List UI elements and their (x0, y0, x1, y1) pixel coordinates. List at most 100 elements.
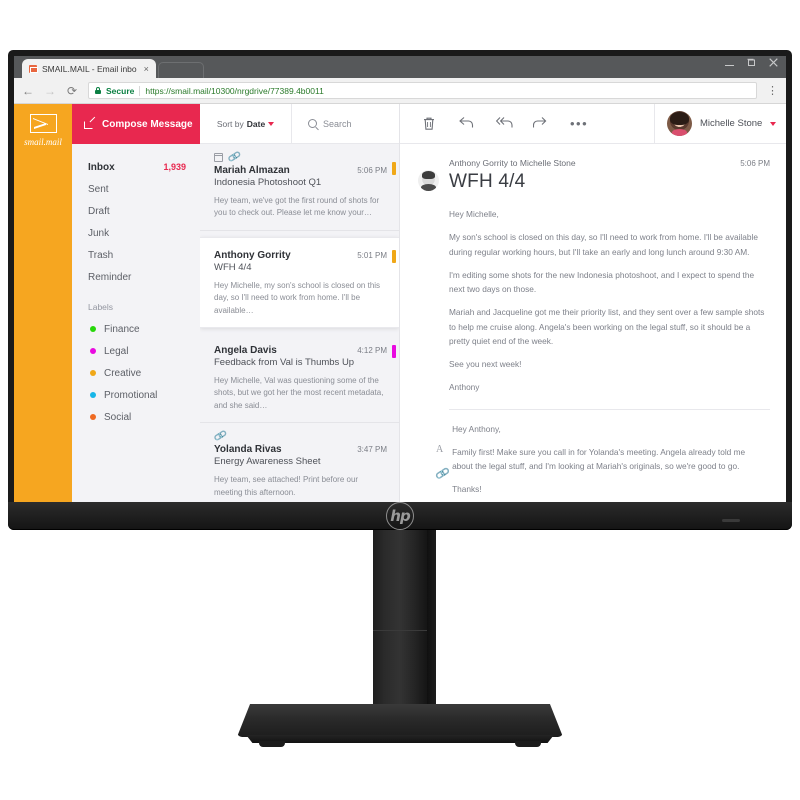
reply-composer[interactable]: A 🔗 Hey Anthony, Family first! Make sure… (418, 410, 770, 502)
email-subject: WFH 4/4 (214, 261, 252, 273)
format-text-icon[interactable]: A (436, 444, 443, 455)
monitor-bezel: SMAIL.MAIL - Email inbo × ← → ⟳ Secure h… (8, 50, 792, 502)
email-sender: Mariah Almazan (214, 165, 290, 176)
monitor-stand-neck (373, 530, 427, 712)
label-item-creative[interactable]: Creative (72, 362, 200, 384)
message-body: Anthony Gorrity to Michelle Stone 5:06 P… (400, 144, 786, 502)
reply-text[interactable]: Hey Anthony, Family first! Make sure you… (452, 422, 754, 502)
email-subject: Indonesia Photoshoot Q1 (214, 177, 322, 188)
label-item-promotional[interactable]: Promotional (72, 384, 200, 406)
email-time: 4:12 PM (357, 345, 387, 355)
hp-logo: hp (386, 502, 414, 530)
sort-prefix-label: Sort by (216, 118, 244, 129)
email-list-item[interactable]: Anthony Gorrity 5:01 PM WFH 4/4 Hey Mich… (200, 236, 399, 328)
folder-list: Inbox 1,939 Sent Draft Junk Trash Remind… (72, 144, 200, 428)
reply-paragraph: Family first! Make sure you call in for … (452, 446, 746, 472)
sidebar-item-trash[interactable]: Trash (72, 244, 200, 266)
sort-value-label: Date (246, 118, 266, 129)
reply-all-icon[interactable] (496, 116, 513, 131)
sidebar-item-label: Draft (88, 205, 110, 217)
maximize-button[interactable] (747, 58, 756, 67)
brand-rail: smail.mail (14, 104, 72, 502)
email-time: 3:47 PM (357, 445, 387, 455)
email-list-item[interactable]: 🔗 Yolanda Rivas 3:47 PM Energy Awareness… (200, 423, 399, 502)
label-color-dot (90, 392, 96, 398)
email-preview: Hey team, see attached! Print before our… (214, 475, 359, 497)
reading-toolbar: ••• Michelle Stone (400, 104, 786, 144)
compose-label: Compose Message (102, 118, 193, 130)
sidebar-nav: Compose Message Inbox 1,939 Sent Draft J… (72, 104, 200, 502)
search-placeholder: Search (323, 118, 352, 129)
window-controls (725, 58, 778, 67)
email-preview: Hey Michelle, my son's school is closed … (214, 280, 381, 315)
email-preview: Hey Michelle, Val was questioning some o… (214, 375, 384, 410)
browser-tab[interactable]: SMAIL.MAIL - Email inbo × (22, 59, 156, 78)
user-name-label: Michelle Stone (700, 118, 763, 129)
email-list-item[interactable]: 🔗 Mariah Almazan 5:06 PM Indonesia Photo… (200, 144, 399, 231)
monitor-stand-base-lip (246, 735, 554, 743)
monitor-foot-left (259, 741, 285, 747)
close-button[interactable] (769, 58, 778, 67)
email-time: 5:06 PM (357, 166, 387, 175)
email-item-icons: 🔗 (213, 429, 387, 444)
trash-icon[interactable] (422, 116, 437, 131)
reply-paragraph: Thanks! (452, 484, 482, 495)
label-item-social[interactable]: Social (72, 406, 200, 428)
reading-toolbar-icons: ••• (400, 116, 654, 131)
forward-icon[interactable] (533, 116, 548, 131)
label-item-legal[interactable]: Legal (72, 340, 200, 362)
user-menu[interactable]: Michelle Stone (654, 104, 786, 143)
screenshot-root: SMAIL.MAIL - Email inbo × ← → ⟳ Secure h… (0, 0, 800, 800)
sidebar-item-draft[interactable]: Draft (72, 200, 200, 222)
sort-by-dropdown[interactable]: Sort by Date (200, 104, 292, 143)
tab-close-icon[interactable]: × (144, 64, 149, 74)
reply-icon[interactable] (459, 116, 474, 131)
lock-icon (95, 87, 101, 94)
secure-label: Secure (106, 85, 135, 96)
label-item-finance[interactable]: Finance (72, 318, 200, 340)
more-icon[interactable]: ••• (570, 117, 588, 130)
reload-icon[interactable]: ⟳ (66, 85, 78, 97)
message-subject: WFH 4/4 (449, 171, 526, 192)
email-sender: Yolanda Rivas (214, 444, 282, 456)
monitor-screen: SMAIL.MAIL - Email inbo × ← → ⟳ Secure h… (14, 56, 786, 502)
monitor-foot-right (515, 741, 541, 747)
message-header: Anthony Gorrity to Michelle Stone 5:06 P… (418, 158, 770, 193)
paperclip-icon: 🔗 (213, 429, 228, 444)
brand-name: smail.mail (24, 137, 62, 147)
reading-pane: ••• Michelle Stone Anthony Gorrity to Mi… (400, 104, 786, 502)
paperclip-icon[interactable]: 🔗 (435, 465, 451, 481)
email-list[interactable]: 🔗 Mariah Almazan 5:06 PM Indonesia Photo… (200, 144, 399, 502)
address-bar-url: https://smail.mail/10300/nrgdrive/77389.… (145, 85, 324, 96)
email-list-item[interactable]: Angela Davis 4:12 PM Feedback from Val i… (200, 333, 399, 424)
tab-title: SMAIL.MAIL - Email inbo (42, 63, 137, 74)
label-color-dot (90, 414, 96, 420)
list-toolbar: Sort by Date Search (200, 104, 399, 144)
monitor-stand-base (237, 704, 563, 737)
browser-toolbar: ← → ⟳ Secure https://smail.mail/10300/nr… (14, 78, 786, 104)
sidebar-item-sent[interactable]: Sent (72, 178, 200, 200)
label-text: Legal (104, 345, 129, 357)
message-time: 5:06 PM (740, 159, 770, 168)
sidebar-item-inbox[interactable]: Inbox 1,939 (72, 156, 200, 178)
inbox-count-badge: 1,939 (163, 162, 186, 172)
address-bar[interactable]: Secure https://smail.mail/10300/nrgdrive… (88, 82, 757, 99)
email-subject: Energy Awareness Sheet (214, 456, 321, 468)
email-flag (392, 162, 396, 175)
tab-favicon-icon (29, 64, 38, 73)
sidebar-item-junk[interactable]: Junk (72, 222, 200, 244)
browser-menu-icon[interactable]: ⋮ (767, 85, 778, 96)
sidebar-item-reminder[interactable]: Reminder (72, 266, 200, 288)
sender-avatar (418, 170, 439, 191)
message-paragraph: Mariah and Jacqueline got me their prior… (449, 307, 765, 346)
minimize-button[interactable] (725, 58, 734, 67)
compose-message-button[interactable]: Compose Message (72, 104, 200, 144)
search-input[interactable]: Search (292, 119, 399, 129)
back-icon[interactable]: ← (22, 85, 34, 97)
label-text: Creative (104, 367, 142, 379)
new-tab-button[interactable] (157, 62, 204, 78)
email-sender: Anthony Gorrity (214, 249, 291, 261)
email-flag (392, 344, 396, 358)
message-paragraph: I'm editing some shots for the new Indon… (449, 269, 755, 295)
forward-icon[interactable]: → (44, 85, 56, 97)
